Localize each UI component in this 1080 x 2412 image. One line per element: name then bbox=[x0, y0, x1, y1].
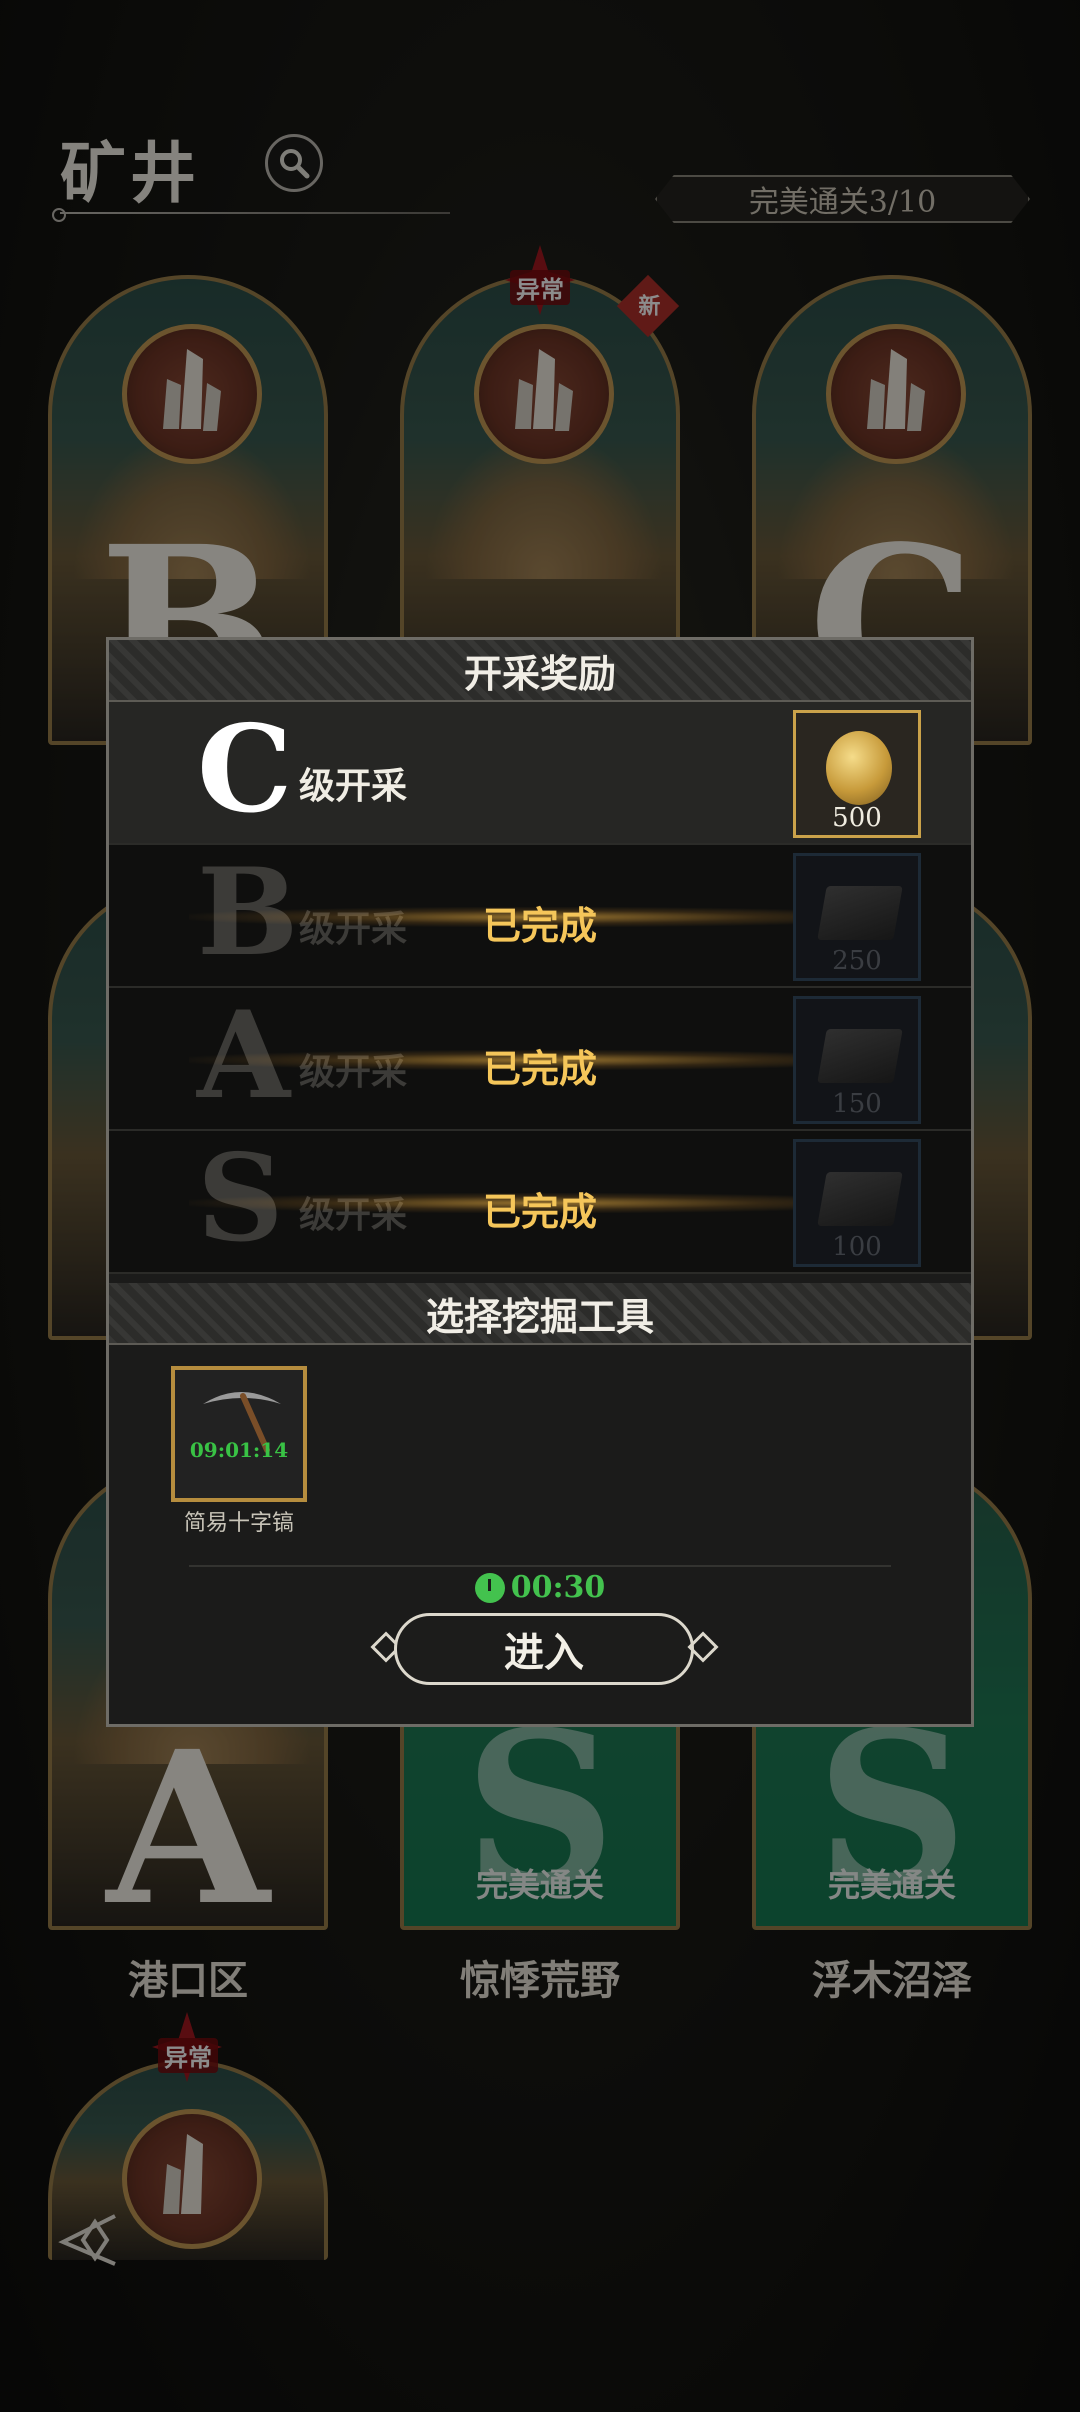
reward-section-title: 开采奖励 bbox=[109, 640, 971, 702]
reward-item-slot[interactable]: 500 bbox=[793, 710, 921, 838]
reward-amount: 500 bbox=[832, 803, 882, 833]
ingot-icon bbox=[817, 1029, 903, 1083]
crystal-icon bbox=[474, 324, 614, 464]
search-button[interactable] bbox=[265, 134, 323, 192]
reward-row: S 级开采 已完成 100 bbox=[109, 1131, 971, 1274]
mine-name: 惊悸荒野 bbox=[460, 1957, 620, 2004]
divider bbox=[189, 1565, 891, 1567]
reward-item-slot[interactable]: 150 bbox=[793, 996, 921, 1124]
reward-amount: 100 bbox=[832, 1232, 882, 1262]
anomaly-label: 异常 bbox=[158, 2038, 218, 2073]
gold-coin-icon bbox=[826, 731, 892, 805]
tool-list: 09:01:14 简易十字镐 bbox=[109, 1350, 971, 1570]
reward-label: 级开采 bbox=[299, 765, 408, 807]
perfect-clear-label: 完美通关 bbox=[827, 1866, 956, 1904]
reward-row: B 级开采 已完成 250 bbox=[109, 845, 971, 988]
reward-amount: 250 bbox=[832, 946, 882, 976]
title-underline bbox=[52, 208, 450, 222]
page-title: 矿井 bbox=[60, 134, 200, 212]
mine-name: 港口区 bbox=[128, 1957, 248, 2004]
reward-item-slot[interactable]: 100 bbox=[793, 1139, 921, 1267]
reward-row: A 级开采 已完成 150 bbox=[109, 988, 971, 1131]
reward-item-slot[interactable]: 250 bbox=[793, 853, 921, 981]
perfect-clear-label: 完美通关 bbox=[475, 1866, 604, 1904]
enter-button[interactable]: 进入 bbox=[394, 1613, 694, 1685]
mine-name: 浮木沼泽 bbox=[812, 1957, 972, 2004]
crystal-icon bbox=[122, 324, 262, 464]
ingot-icon bbox=[817, 1172, 903, 1226]
mine-grade: A bbox=[106, 1705, 270, 1930]
tool-section-title: 选择挖掘工具 bbox=[109, 1283, 971, 1345]
tool-name: 简易十字镐 bbox=[183, 1511, 294, 1536]
reward-row: C 级开采 500 bbox=[109, 702, 971, 845]
crystal-icon bbox=[826, 324, 966, 464]
reward-amount: 150 bbox=[832, 1089, 882, 1119]
countdown: 00:30 bbox=[109, 1570, 971, 1605]
perfect-clear-counter: 完美通关3/10 bbox=[655, 175, 1030, 223]
back-arrow-icon bbox=[58, 2214, 116, 2266]
ingot-icon bbox=[817, 886, 903, 940]
crystal-icon bbox=[122, 2109, 262, 2249]
stopwatch-icon bbox=[474, 1572, 505, 1603]
search-icon bbox=[280, 149, 310, 179]
reward-grade: C bbox=[197, 699, 293, 840]
tool-timer: 09:01:14 bbox=[189, 1438, 289, 1462]
back-button[interactable] bbox=[55, 2210, 135, 2270]
tool-slot-pickaxe[interactable]: 09:01:14 bbox=[171, 1366, 307, 1502]
header: 矿井 bbox=[52, 120, 450, 222]
anomaly-label: 异常 bbox=[510, 270, 570, 305]
mining-reward-dialog: 开采奖励 C 级开采 500 B 级开采 已完成 250 A 级开采 已完成 1… bbox=[106, 637, 974, 1727]
countdown-value: 00:30 bbox=[510, 1570, 606, 1605]
